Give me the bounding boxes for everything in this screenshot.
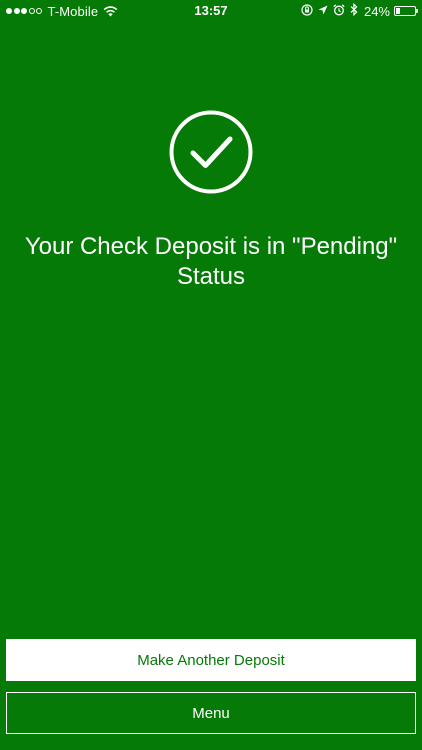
bluetooth-icon [350,2,358,19]
status-bar-right: 24% [296,2,418,19]
battery-level [396,8,400,14]
checkmark-circle-icon [169,110,253,194]
deposit-confirmation-screen: T-Mobile 13:57 24% Your Check Deposit is… [0,0,422,750]
page-title: Your Check Deposit is in "Pending" Statu… [24,233,398,290]
battery-percentage: 24% [363,3,390,19]
orientation-lock-icon [301,3,313,19]
location-icon [318,4,328,19]
alarm-icon [333,3,345,19]
status-bar: T-Mobile 13:57 24% [0,0,422,22]
make-another-deposit-button[interactable]: Make Another Deposit [6,639,416,681]
battery-icon [394,6,418,16]
menu-button[interactable]: Menu [6,692,416,734]
